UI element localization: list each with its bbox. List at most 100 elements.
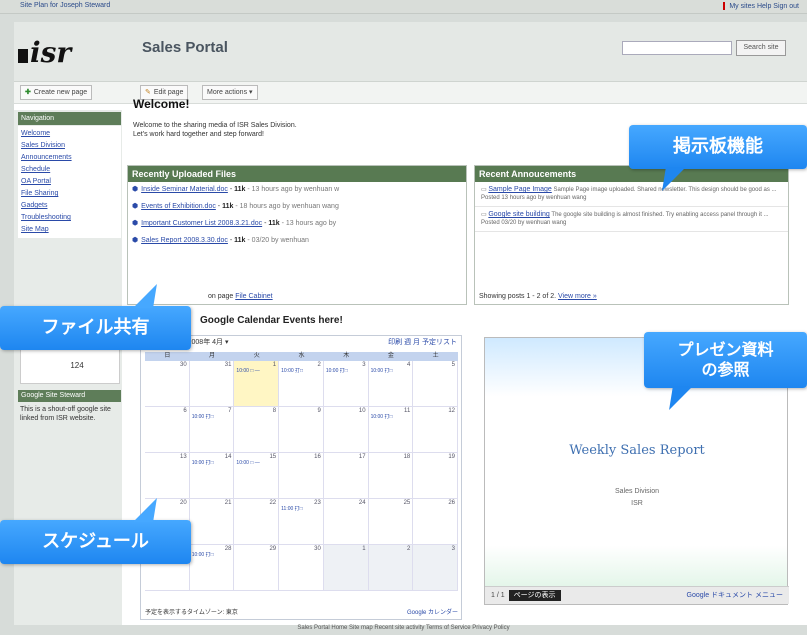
sidebar-item-troubleshooting[interactable]: Troubleshooting [21, 212, 118, 224]
navigation-heading: Navigation [18, 112, 121, 125]
calendar-day-cell[interactable]: 25 [369, 499, 414, 544]
search-input[interactable] [622, 41, 732, 55]
file-size: 11k [222, 203, 234, 210]
calendar-day-cell[interactable]: 1 10:00 □ ― [234, 361, 280, 406]
more-actions-button[interactable]: More actions ▾ [202, 85, 258, 100]
calendar-day-cell[interactable]: 30 [145, 361, 190, 406]
calendar-day-cell[interactable]: 8 [234, 407, 280, 452]
calendar-day-cell[interactable]: 24 [324, 499, 369, 544]
calendar-event[interactable]: 10:00 打□ [281, 368, 321, 375]
calendar-day-cell[interactable]: 11 10:00 打□ [369, 407, 414, 452]
calendar-day-cell[interactable]: 7 10:00 打□ [190, 407, 235, 452]
recent-files-panel: Recently Uploaded Files ⬢ Inside Seminar … [127, 165, 467, 305]
file-cabinet-link[interactable]: File Cabinet [235, 293, 272, 300]
calendar-view-tabs[interactable]: 印刷 週 月 予定リスト [388, 336, 457, 350]
logo-block-icon [18, 49, 28, 63]
month-selector[interactable]: 2008年 4月 ▾ [188, 339, 229, 346]
day-number: 15 [269, 454, 277, 460]
view-more-link[interactable]: View more » [558, 293, 597, 300]
calendar-day-cell[interactable]: 5 [413, 361, 458, 406]
calendar-event[interactable]: 10:00 □ ― [236, 460, 276, 467]
day-number: 10 [358, 408, 366, 414]
create-page-button[interactable]: ✚ Create new page [20, 85, 93, 100]
site-title[interactable]: Sales Portal [142, 39, 228, 56]
slide-control-button[interactable]: ページの表示 [508, 590, 561, 601]
calendar-event[interactable]: 10:00 打□ [371, 414, 411, 421]
calendar-day-cell[interactable]: 14 10:00 打□ [190, 453, 235, 498]
calendar-event[interactable]: 11:00 打□ [281, 506, 321, 513]
calendar-event[interactable]: 10:00 打□ [371, 368, 411, 375]
calendar-event[interactable]: 10:00 □ ― [236, 368, 276, 375]
recent-files-heading: Recently Uploaded Files [128, 166, 466, 182]
sidebar-item-welcome[interactable]: Welcome [21, 128, 118, 140]
calendar-day-cell[interactable]: 6 [145, 407, 190, 452]
docs-menu-link[interactable]: Google ドキュメント メニュー [687, 587, 783, 605]
day-number: 26 [448, 500, 455, 506]
topbar-left-link[interactable]: Site Plan for Joseph Steward [20, 2, 110, 9]
calendar-day-cell[interactable]: 26 [413, 499, 458, 544]
day-number: 12 [448, 408, 455, 414]
calendar-day-cell[interactable]: 16 [279, 453, 324, 498]
calendar-day-cell[interactable]: 23 11:00 打□ [279, 499, 324, 544]
sidebar-item-site-map[interactable]: Site Map [21, 224, 118, 236]
callout-bbs-text: 掲示板機能 [673, 136, 763, 157]
calendar-day-cell[interactable]: 22 [234, 499, 280, 544]
day-number: 1 [362, 546, 366, 552]
search-button[interactable]: Search site [736, 40, 786, 56]
sidebar-item-oa-portal[interactable]: OA Portal [21, 176, 118, 188]
calendar-footer: 予定を表示するタイムゾーン: 東京 Google カレンダー [145, 607, 458, 616]
calendar-event[interactable]: 10:00 打□ [192, 552, 232, 559]
sidebar-item-announcements[interactable]: Announcements [21, 152, 118, 164]
site-footer[interactable]: Sales Portal Home Site map Recent site a… [0, 625, 807, 631]
sidebar-item-sales-division[interactable]: Sales Division [21, 140, 118, 152]
sidebar-item-gadgets[interactable]: Gadgets [21, 200, 118, 212]
google-calendar-link[interactable]: Google カレンダー [407, 607, 458, 616]
calendar-day-cell[interactable]: 4 10:00 打□ [369, 361, 414, 406]
gadget-heading: Google Site Steward [18, 390, 121, 402]
calendar-day-cell[interactable]: 29 [234, 545, 280, 590]
timezone-note: 予定を表示するタイムゾーン: 東京 [145, 610, 238, 616]
calendar-week: 272810:00 打□2930123 [145, 545, 458, 591]
calendar-day-cell[interactable]: 1 [323, 545, 369, 590]
day-number: 9 [317, 408, 321, 414]
file-icon: ⬢ [132, 220, 139, 227]
calendar-day-cell[interactable]: 30 [279, 545, 324, 590]
announcement-title-link[interactable]: Google site building [488, 211, 550, 218]
account-links[interactable]: My sites Help Sign out [729, 3, 799, 10]
calendar-day-cell[interactable]: 2 10:00 打□ [279, 361, 324, 406]
day-number: 3 [451, 546, 455, 552]
callout-file-sharing: ファイル共有 [0, 284, 191, 350]
file-row: ⬢ Inside Seminar Material.doc - 11k - 13 … [132, 186, 340, 193]
calendar-day-cell[interactable]: 19 [413, 453, 458, 498]
topbar-right-links[interactable]: My sites Help Sign out [723, 2, 799, 10]
calendar-day-cell[interactable]: 21 [190, 499, 235, 544]
calendar-day-cell[interactable]: 10 [324, 407, 369, 452]
calendar-day-cell[interactable]: 3 10:00 打□ [324, 361, 369, 406]
calendar-day-cell[interactable]: 28 10:00 打□ [190, 545, 235, 590]
calendar-day-cell[interactable]: 18 [369, 453, 414, 498]
calendar-day-cell[interactable]: 2 [368, 545, 414, 590]
announcement-item: ▭ Google site building The google site b… [475, 207, 788, 232]
sidebar-item-file-sharing[interactable]: File Sharing [21, 188, 118, 200]
file-link[interactable]: Events of Exhibition.doc [141, 203, 216, 210]
calendar-day-cell[interactable]: 17 [324, 453, 369, 498]
sidebar-item-schedule[interactable]: Schedule [21, 164, 118, 176]
calendar-event[interactable]: 10:00 打□ [192, 460, 232, 467]
calendar-day-cell[interactable]: 12 [413, 407, 458, 452]
announcement-title-link[interactable]: Sample Page Image [488, 186, 551, 193]
day-number: 16 [314, 454, 321, 460]
calendar-day-cell[interactable]: 3 [413, 545, 458, 590]
file-link[interactable]: Sales Report 2008.3.30.doc [141, 237, 228, 244]
calendar-day-cell[interactable]: 15 10:00 □ ― [234, 453, 280, 498]
calendar-event[interactable]: 10:00 打□ [326, 368, 366, 375]
navigation-list: Welcome Sales Division Announcements Sch… [18, 126, 121, 238]
calendar-day-cell[interactable]: 9 [279, 407, 324, 452]
file-link[interactable]: Inside Seminar Material.doc [141, 186, 228, 193]
calendar-day-cell[interactable]: 13 [145, 453, 190, 498]
file-link[interactable]: Important Customer List 2008.3.21.doc [141, 220, 262, 227]
file-cabinet-prefix: on page [208, 293, 234, 300]
isr-logo[interactable]: isr [18, 36, 71, 69]
calendar-day-cell[interactable]: 31 [190, 361, 235, 406]
file-size: 11k [234, 186, 246, 193]
calendar-event[interactable]: 10:00 打□ [192, 414, 232, 421]
